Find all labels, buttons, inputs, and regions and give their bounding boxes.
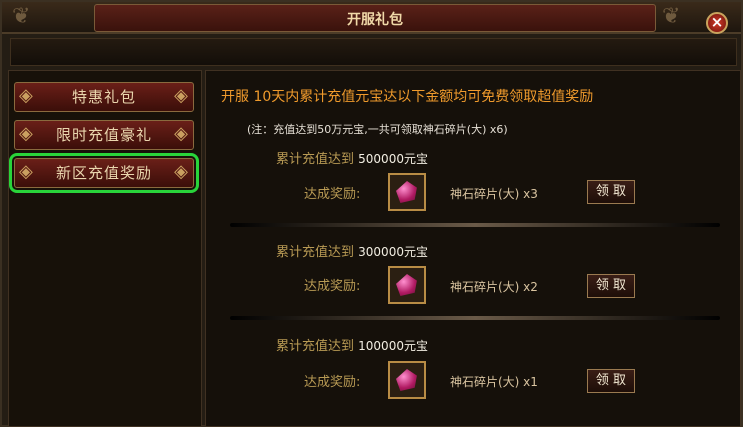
reward-item-name: 神石碎片(大) x2 (450, 280, 538, 294)
tab-new-server-recharge[interactable]: ◈ 新区充值奖励 ◈ (9, 153, 199, 193)
claim-button[interactable]: 领 取 (587, 180, 635, 204)
divider (230, 223, 720, 227)
divider (230, 316, 720, 320)
claim-button[interactable]: 领 取 (587, 369, 635, 393)
tier-title: 累计充值达到 100000元宝 (276, 335, 428, 354)
tab-ornament-icon: ◈ (174, 161, 189, 182)
tier-title: 累计充值达到 500000元宝 (276, 148, 428, 167)
tab-special-gift[interactable]: ◈ 特惠礼包 ◈ (14, 82, 194, 112)
reward-item-name: 神石碎片(大) x1 (450, 375, 538, 389)
reward-item-slot[interactable] (388, 266, 426, 304)
tier-title-prefix: 累计充值达到 (276, 245, 355, 260)
tab-ornament-icon: ◈ (19, 123, 34, 144)
window-title: 开服礼包 (347, 12, 403, 28)
tab-ornament-icon: ◈ (174, 123, 189, 144)
tab-label: 限时充值豪礼 (55, 126, 152, 144)
close-icon[interactable]: × (706, 12, 728, 34)
tier-amount: 500000元宝 (358, 152, 428, 166)
tab-ornament-icon: ◈ (174, 85, 189, 106)
tier-amount: 100000元宝 (358, 339, 428, 353)
title-bar: ❦ 开服礼包 ❦ (2, 2, 741, 34)
corner-ornament-icon: ❦ (12, 4, 31, 29)
tab-ornament-icon: ◈ (19, 85, 34, 106)
reward-label: 达成奖励: (304, 187, 361, 202)
tier-title-prefix: 累计充值达到 (276, 152, 355, 167)
reward-label: 达成奖励: (304, 375, 361, 390)
corner-ornament-icon: ❦ (662, 4, 681, 29)
header-band (10, 38, 737, 66)
claim-button[interactable]: 领 取 (587, 274, 635, 298)
reward-item-slot[interactable] (388, 361, 426, 399)
tier-amount: 300000元宝 (358, 245, 428, 259)
reward-item-slot[interactable] (388, 173, 426, 211)
tier-title: 累计充值达到 300000元宝 (276, 241, 428, 260)
gem-icon (396, 181, 417, 203)
tab-limited-recharge[interactable]: ◈ 限时充值豪礼 ◈ (14, 120, 194, 150)
gem-icon (396, 369, 417, 391)
event-description: 开服 10天内累计充值元宝达以下金额均可免费领取超值奖励 (221, 89, 594, 105)
tab-ornament-icon: ◈ (19, 161, 34, 182)
gem-icon (396, 274, 417, 296)
gift-window: ❦ 开服礼包 ❦ × ◈ 特惠礼包 ◈ ◈ 限时充值豪礼 ◈ ◈ 新区充值奖励 … (0, 0, 743, 427)
tier-title-prefix: 累计充值达到 (276, 339, 355, 354)
tab-label: 特惠礼包 (71, 88, 136, 106)
tab-label: 新区充值奖励 (55, 164, 152, 182)
event-note: (注：充值达到50万元宝,一共可领取神石碎片(大) x6) (247, 123, 508, 136)
reward-label: 达成奖励: (304, 279, 361, 294)
title-plate: 开服礼包 (94, 4, 656, 32)
reward-item-name: 神石碎片(大) x3 (450, 187, 538, 201)
